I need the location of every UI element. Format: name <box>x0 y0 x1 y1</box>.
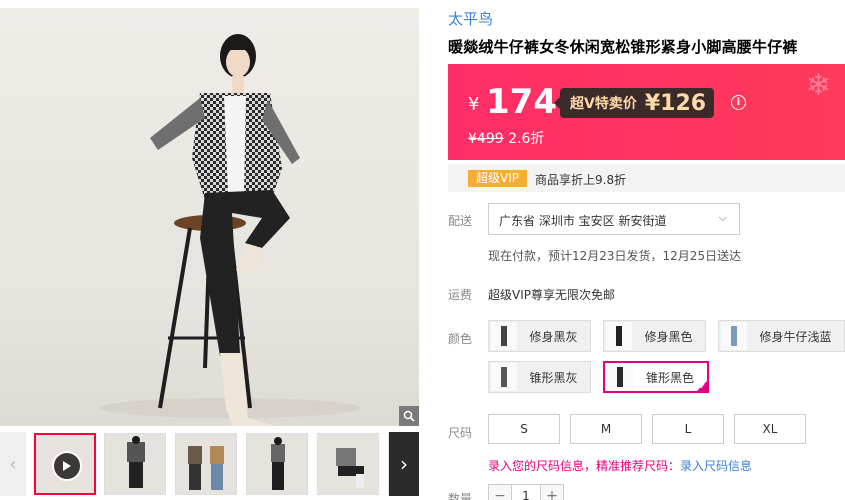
color-swatch <box>491 363 517 391</box>
product-title: 暖燚绒牛仔裤女冬休闲宽松锥形紧身小脚高腰牛仔裤 <box>448 38 798 56</box>
size-option-xl[interactable]: XL <box>734 414 806 444</box>
size-recommend-note: 录入您的尺码信息，精准推荐尺码：录入尺码信息 <box>488 457 752 474</box>
quantity-stepper: − 1 + <box>488 484 564 500</box>
color-option[interactable]: 修身黑灰 <box>488 320 591 352</box>
increase-button[interactable]: + <box>540 484 564 500</box>
quantity-label: 数量 <box>448 492 473 500</box>
chevron-right-icon: › <box>400 452 408 476</box>
vip-price-pill: 超V特卖价 ¥126 <box>553 88 715 118</box>
product-page: ‹ › 太平鸟 暖燚绒牛仔裤女冬休闲宽松锥形紧身小脚高腰牛仔裤 ❄ ¥ 174 <box>0 0 845 500</box>
play-icon <box>52 451 82 481</box>
vip-benefit-strip: 超级VIP 商品享折上9.8折 <box>448 164 845 192</box>
color-swatch <box>721 322 747 350</box>
currency-symbol: ¥ <box>468 94 480 115</box>
delivery-label: 配送 <box>448 214 473 228</box>
color-option-selected[interactable]: 锥形黑色 ✓ <box>603 361 709 393</box>
vip-price-label: 超V特卖价 <box>570 96 637 112</box>
size-note-text: 录入您的尺码信息，精准推荐尺码： <box>488 459 681 473</box>
color-label: 颜色 <box>448 332 473 346</box>
size-option-m[interactable]: M <box>570 414 642 444</box>
thumbnail-image[interactable] <box>317 433 379 495</box>
original-price-row: ¥499 2.6折 <box>468 128 544 148</box>
thumbnail-image[interactable] <box>246 433 308 495</box>
color-swatch <box>606 322 632 350</box>
thumb-next-button[interactable]: › <box>389 432 419 496</box>
current-price: 174 <box>486 82 557 122</box>
original-price: ¥499 <box>468 131 504 147</box>
check-icon: ✓ <box>699 382 706 391</box>
color-option-label: 修身牛仔浅蓝 <box>759 329 832 344</box>
color-option-label: 锥形黑灰 <box>529 370 578 385</box>
chevron-left-icon: ‹ <box>9 453 17 475</box>
address-value: 广东省 深圳市 宝安区 新安街道 <box>499 214 667 228</box>
zoom-icon[interactable] <box>399 406 419 426</box>
main-product-image[interactable] <box>0 8 419 426</box>
decrease-button[interactable]: − <box>488 484 512 500</box>
size-option-s[interactable]: S <box>488 414 560 444</box>
address-select[interactable]: 广东省 深圳市 宝安区 新安街道 ⌵ <box>488 203 740 235</box>
vip-benefit-text: 商品享折上9.8折 <box>535 173 627 187</box>
shipping-estimate: 现在付款，预计12月23日发货，12月25日送达 <box>488 249 742 263</box>
vip-price-value: ¥126 <box>644 90 707 116</box>
thumbnail-video[interactable] <box>34 433 96 495</box>
color-option[interactable]: 修身牛仔浅蓝 <box>718 320 845 352</box>
size-option-l[interactable]: L <box>652 414 724 444</box>
thumbnail-image[interactable] <box>104 433 166 495</box>
freight-label: 运费 <box>448 288 473 302</box>
price-panel: ❄ ¥ 174 超V特卖价 ¥126 i ¥499 2.6折 <box>448 64 845 160</box>
model-illustration <box>100 34 360 426</box>
enter-size-link[interactable]: 录入尺码信息 <box>680 459 752 473</box>
freight-text: 超级VIP尊享无限次免邮 <box>488 288 615 302</box>
color-option[interactable]: 锥形黑灰 <box>488 361 591 393</box>
discount-text: 2.6折 <box>508 131 545 147</box>
color-option-label: 修身黑灰 <box>529 329 578 344</box>
brand-link[interactable]: 太平鸟 <box>448 8 493 29</box>
vip-badge: 超级VIP <box>468 170 527 187</box>
size-label: 尺码 <box>448 426 473 440</box>
color-option[interactable]: 修身黑色 <box>603 320 706 352</box>
info-icon[interactable]: i <box>731 95 746 110</box>
color-swatch <box>607 363 633 391</box>
chevron-down-icon: ⌵ <box>718 211 727 224</box>
thumbnail-strip: ‹ › <box>0 432 419 496</box>
color-option-label: 修身黑色 <box>644 329 693 344</box>
quantity-input[interactable]: 1 <box>512 484 540 500</box>
thumb-prev-button[interactable]: ‹ <box>0 432 26 496</box>
color-swatch <box>491 322 517 350</box>
snowflake-icon: ❄ <box>805 68 831 103</box>
thumbnail-image[interactable] <box>175 433 237 495</box>
